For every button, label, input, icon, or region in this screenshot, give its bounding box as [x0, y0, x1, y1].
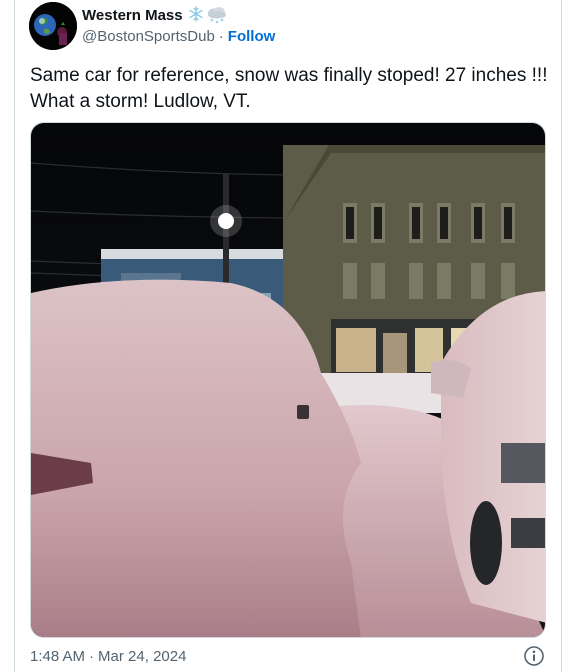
snowflake-icon	[188, 6, 203, 22]
tweet-time[interactable]: 1:48 AM	[30, 648, 85, 665]
avatar[interactable]	[29, 2, 77, 50]
snow-cloud-icon	[207, 7, 226, 24]
earth-avatar-image	[29, 2, 77, 50]
tweet-text: Same car for reference, snow was finally…	[30, 65, 548, 112]
author-display-name[interactable]: Western Mass	[82, 7, 183, 24]
author-name-row: Western Mass	[82, 5, 228, 25]
author-handle[interactable]: @BostonSportsDub	[82, 28, 215, 45]
meta-separator: ·	[89, 648, 95, 665]
tweet-meta: 1:48 AM · Mar 24, 2024	[30, 648, 186, 665]
tweet-photo[interactable]	[30, 122, 546, 638]
author-handle-row: @BostonSportsDub · Follow	[82, 28, 275, 45]
info-icon[interactable]	[523, 645, 545, 667]
handle-separator: ·	[218, 28, 224, 45]
name-emoji-group	[188, 6, 228, 24]
tweet-date[interactable]: Mar 24, 2024	[98, 648, 186, 665]
follow-button[interactable]: Follow	[228, 28, 276, 45]
snow-covered-car-photo	[31, 123, 545, 637]
